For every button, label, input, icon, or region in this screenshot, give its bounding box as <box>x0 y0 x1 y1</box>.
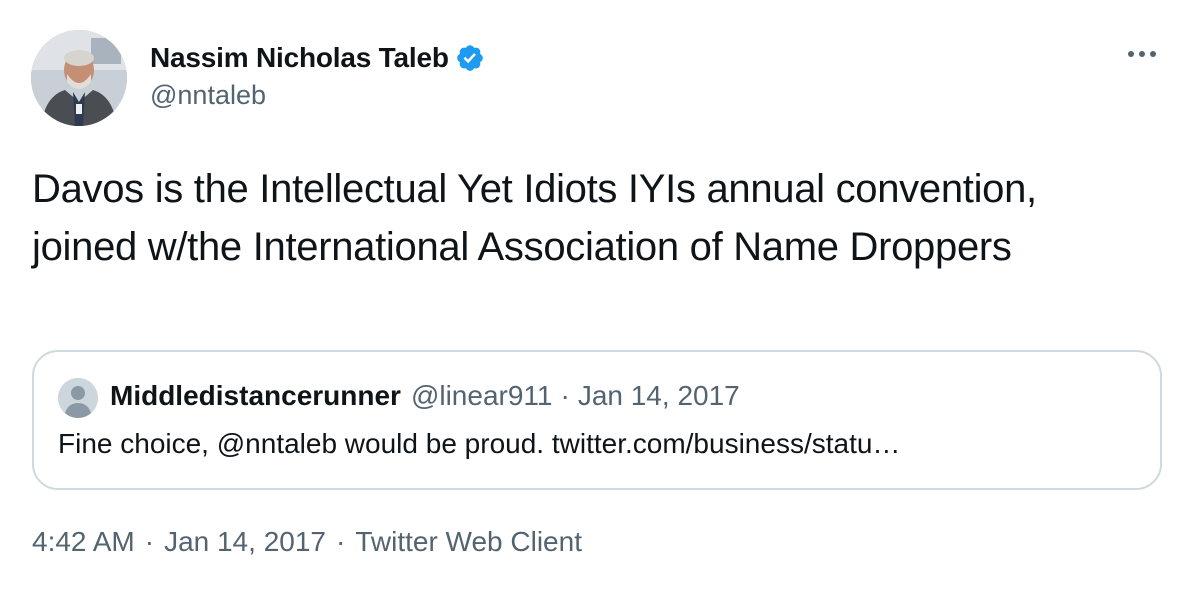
quoted-author-name[interactable]: Middledistancerunner <box>110 380 401 412</box>
author-avatar[interactable] <box>31 30 127 126</box>
quoted-author-handle[interactable]: @linear911 <box>411 380 553 412</box>
quoted-tweet[interactable]: Middledistancerunner @linear911 · Jan 14… <box>32 350 1162 490</box>
separator-dot: · <box>335 526 346 557</box>
tweet-time[interactable]: 4:42 AM <box>32 526 135 558</box>
tweet-metadata: 4:42 AM · Jan 14, 2017 · Twitter Web Cli… <box>32 526 582 558</box>
quoted-tweet-date[interactable]: Jan 14, 2017 <box>578 380 740 412</box>
default-profile-icon <box>58 378 98 418</box>
more-options-button[interactable] <box>1122 42 1162 66</box>
separator-dot: · <box>560 380 570 411</box>
quoted-author-avatar[interactable] <box>58 378 98 418</box>
more-horizontal-icon <box>1128 51 1134 57</box>
tweet-client-link[interactable]: Twitter Web Client <box>355 526 582 558</box>
profile-photo <box>31 30 127 126</box>
verified-badge-icon <box>456 45 483 71</box>
separator-dot: · <box>144 526 155 557</box>
quoted-tweet-text: Fine choice, @nntaleb would be proud. tw… <box>58 428 901 459</box>
tweet-card: Nassim Nicholas Taleb @nntaleb Davos is … <box>0 0 1190 594</box>
tweet-text: Davos is the Intellectual Yet Idiots IYI… <box>32 167 1037 269</box>
tweet-date[interactable]: Jan 14, 2017 <box>164 526 326 558</box>
author-info: Nassim Nicholas Taleb @nntaleb <box>150 38 485 111</box>
quoted-tweet-header: Middledistancerunner @linear911 · Jan 14… <box>110 380 740 412</box>
author-handle[interactable]: @nntaleb <box>150 80 485 111</box>
author-display-name[interactable]: Nassim Nicholas Taleb <box>150 42 449 74</box>
